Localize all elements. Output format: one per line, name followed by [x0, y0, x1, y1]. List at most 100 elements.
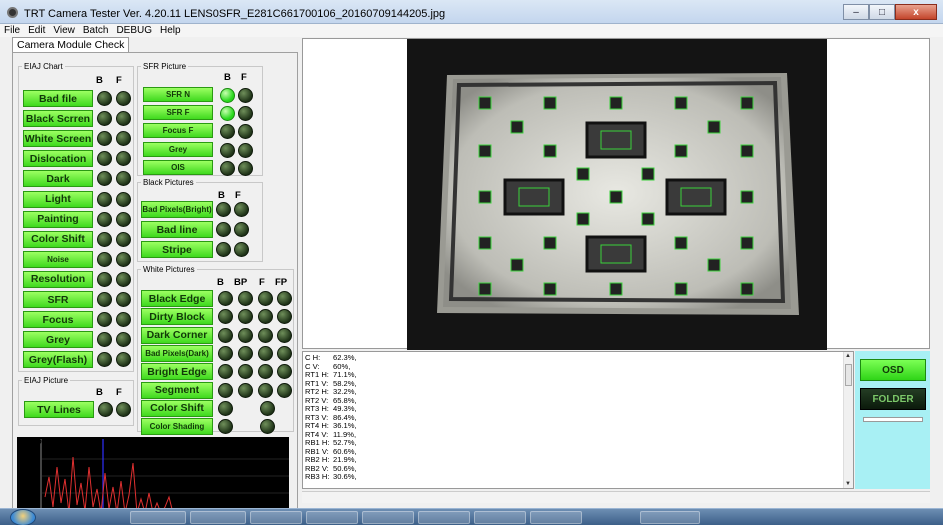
light-button[interactable]: Light	[23, 190, 93, 208]
white-color-shading-button[interactable]: Color Shading	[141, 418, 213, 436]
tv-lines-f-led	[116, 402, 131, 417]
dislocation-b-led	[97, 151, 112, 167]
black-scrren-f-led	[116, 111, 131, 127]
sfr-grey-row: Grey	[143, 141, 261, 159]
black-stripe-button[interactable]: Stripe	[141, 241, 213, 258]
black-bad-pixels-bright-row: Bad Pixels(Bright)	[141, 201, 261, 218]
sfr-picture-legend: SFR Picture	[141, 61, 189, 72]
right-control-panel: OSD FOLDER	[855, 351, 930, 489]
taskbar-item[interactable]	[190, 511, 246, 524]
white-screen-button[interactable]: White Screen	[23, 130, 93, 148]
start-orb-icon[interactable]	[10, 509, 36, 525]
white-header-f: F	[259, 277, 265, 288]
painting-button[interactable]: Painting	[23, 210, 93, 228]
sfr-target-mark	[707, 258, 721, 272]
tab-camera-module-check[interactable]: Camera Module Check	[12, 37, 130, 52]
grey-flash-button[interactable]: Grey(Flash)	[23, 351, 93, 369]
sfr-ois-button[interactable]: OIS	[143, 159, 213, 175]
tv-lines-row: TV Lines	[24, 401, 131, 418]
white-dark-corner-led-3	[258, 327, 273, 343]
sfr-grey-f-led	[238, 142, 253, 158]
sfr-header-f: F	[241, 72, 247, 83]
grey-button[interactable]: Grey	[23, 331, 93, 349]
osd-button[interactable]: OSD	[860, 359, 926, 381]
bad-file-button[interactable]: Bad file	[23, 90, 93, 107]
white-bad-pixels-dark-button[interactable]: Bad Pixels(Dark)	[141, 344, 213, 362]
status-bar	[302, 491, 930, 503]
result-log-lines: C H: 62.3%, C V: 60%, RT1 H: 71.1%, RT1 V: 58.2…	[305, 353, 357, 482]
white-black-edge-row: Black Edge	[141, 290, 293, 307]
dark-f-led	[116, 171, 131, 187]
white-segment-button[interactable]: Segment	[141, 381, 213, 399]
sfr-target-mark	[543, 144, 557, 158]
sfr-row: SFR	[23, 291, 131, 308]
noise-button[interactable]: Noise	[23, 250, 93, 268]
sfr-chart-photo[interactable]	[407, 39, 827, 350]
taskbar-item[interactable]	[640, 511, 700, 524]
sfr-chart-image	[407, 39, 827, 350]
painting-row: Painting	[23, 210, 131, 228]
resolution-f-led	[116, 271, 131, 287]
white-color-shift-button[interactable]: Color Shift	[141, 399, 213, 417]
folder-button[interactable]: FOLDER	[860, 388, 926, 410]
noise-row: Noise	[23, 250, 131, 268]
sfr-sfr-n-button[interactable]: SFR N	[143, 87, 213, 102]
scroll-down-arrow-icon[interactable]: ▼	[845, 481, 851, 487]
tv-lines-button[interactable]: TV Lines	[24, 401, 94, 418]
white-bad-pixels-dark-led-4	[277, 345, 292, 361]
sfr-target-mark	[609, 282, 623, 296]
sfr-focus-f-button[interactable]: Focus F	[143, 123, 213, 139]
scroll-up-arrow-icon[interactable]: ▲	[845, 353, 851, 359]
sfr-f-led	[116, 292, 131, 307]
progress-bar	[863, 417, 923, 422]
taskbar-item[interactable]	[250, 511, 302, 524]
taskbar-item[interactable]	[530, 511, 582, 524]
color-shift-button[interactable]: Color Shift	[23, 230, 93, 248]
result-log[interactable]: C H: 62.3%, C V: 60%, RT1 H: 71.1%, RT1 V: 58.2…	[302, 351, 854, 489]
sfr-button[interactable]: SFR	[23, 291, 93, 308]
taskbar-item[interactable]	[474, 511, 526, 524]
white-bright-edge-button[interactable]: Bright Edge	[141, 363, 213, 381]
sfr-focus-f-b-led	[220, 124, 235, 140]
sfr-header-b: B	[224, 72, 231, 83]
taskbar-item[interactable]	[306, 511, 358, 524]
white-dark-corner-button[interactable]: Dark Corner	[141, 326, 213, 344]
white-black-edge-led-4	[277, 291, 292, 306]
menu-debug[interactable]: DEBUG	[112, 24, 156, 37]
white-color-shading-row: Color Shading	[141, 418, 293, 436]
close-button[interactable]: x	[895, 4, 937, 20]
taskbar-item[interactable]	[418, 511, 470, 524]
menu-help[interactable]: Help	[156, 24, 185, 37]
menu-edit[interactable]: Edit	[24, 24, 49, 37]
taskbar-item[interactable]	[362, 511, 414, 524]
menu-file[interactable]: File	[0, 24, 24, 37]
grey-flash-b-led	[97, 352, 112, 368]
result-log-scrollbar[interactable]: ▲ ▼	[843, 352, 853, 488]
black-bad-pixels-bright-button[interactable]: Bad Pixels(Bright)	[141, 201, 213, 218]
white-bad-pixels-dark-led-3	[258, 345, 273, 361]
black-bad-line-button[interactable]: Bad line	[141, 221, 213, 238]
sfr-sfr-f-b-led	[220, 106, 235, 122]
minimize-button[interactable]: ‒	[843, 4, 869, 20]
sfr-target-mark	[674, 282, 688, 296]
log-key: RB3 H:	[305, 472, 330, 481]
menu-batch[interactable]: Batch	[79, 24, 113, 37]
sfr-grey-button[interactable]: Grey	[143, 141, 213, 157]
white-dirty-block-button[interactable]: Dirty Block	[141, 308, 213, 326]
dislocation-row: Dislocation	[23, 150, 131, 168]
black-scrren-button[interactable]: Black Scrren	[23, 110, 93, 128]
resolution-button[interactable]: Resolution	[23, 270, 93, 288]
dislocation-button[interactable]: Dislocation	[23, 150, 93, 168]
focus-button[interactable]: Focus	[23, 311, 93, 329]
white-header-fp: FP	[275, 277, 288, 288]
white-bright-edge-led-4	[277, 364, 292, 380]
maximize-button[interactable]: □	[869, 4, 895, 20]
sfr-sfr-f-button[interactable]: SFR F	[143, 105, 213, 121]
white-black-edge-button[interactable]: Black Edge	[141, 290, 213, 307]
sfr-target-mark	[478, 190, 492, 204]
sfr-target-mark	[641, 167, 655, 181]
dark-button[interactable]: Dark	[23, 170, 93, 188]
taskbar-item[interactable]	[130, 511, 186, 524]
menu-view[interactable]: View	[49, 24, 79, 37]
scroll-thumb[interactable]	[845, 364, 852, 386]
